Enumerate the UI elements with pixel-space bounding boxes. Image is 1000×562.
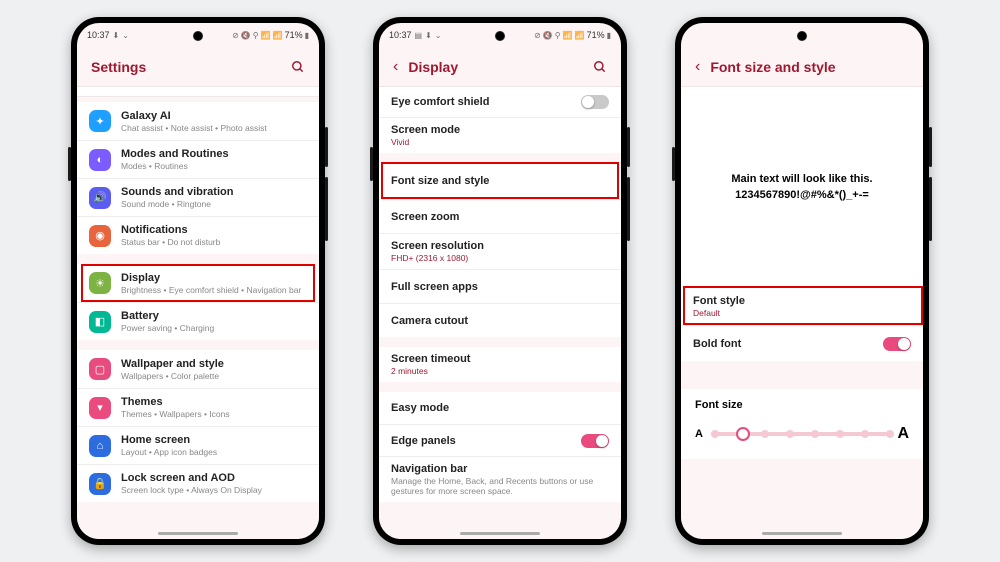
phone-frame-3: ‹ Font size and style Main text will loo… bbox=[675, 17, 929, 545]
wallpaper-icon: ▢ bbox=[89, 358, 111, 380]
battery-pct: 71% bbox=[587, 30, 605, 40]
settings-item-notifications[interactable]: ◉ NotificationsStatus bar • Do not distu… bbox=[77, 216, 319, 254]
wifi-off-icon: ⊘ bbox=[232, 31, 239, 40]
sparkle-icon: ✦ bbox=[89, 110, 111, 132]
status-time: 10:37 bbox=[87, 30, 110, 40]
notification-icon: ▤ bbox=[415, 31, 423, 40]
item-full-screen-apps[interactable]: Full screen apps bbox=[379, 269, 621, 303]
back-button[interactable]: ‹ bbox=[393, 59, 398, 75]
camera-hole bbox=[797, 31, 807, 41]
phone-frame-1: 10:37 ⬇ ⌄ ⊘ 🔇 ⚲ 📶 📶 71% ▮ Settings bbox=[71, 17, 325, 545]
header: Settings bbox=[77, 47, 319, 87]
bluetooth-icon: ⚲ bbox=[555, 31, 561, 40]
battery-pct: 71% bbox=[285, 30, 303, 40]
page-title: Font size and style bbox=[710, 59, 909, 75]
settings-item-lock[interactable]: 🔒 Lock screen and AODScreen lock type • … bbox=[77, 464, 319, 502]
routines-icon: ◐ bbox=[89, 149, 111, 171]
mute-icon: 🔇 bbox=[543, 31, 553, 40]
font-large-icon: A bbox=[897, 425, 909, 443]
battery-icon: ▮ bbox=[305, 31, 309, 40]
home-indicator[interactable] bbox=[460, 532, 540, 535]
settings-item-wallpaper[interactable]: ▢ Wallpaper and styleWallpapers • Color … bbox=[77, 350, 319, 388]
mute-icon: 🔇 bbox=[241, 31, 251, 40]
font-size-label: Font size bbox=[695, 399, 909, 411]
themes-icon: ▾ bbox=[89, 397, 111, 419]
font-preview: Main text will look like this. 123456789… bbox=[681, 87, 923, 287]
page-title: Display bbox=[408, 59, 593, 75]
signal-icon: 📶 bbox=[575, 31, 585, 40]
status-time: 10:37 bbox=[389, 30, 412, 40]
settings-item-themes[interactable]: ▾ ThemesThemes • Wallpapers • Icons bbox=[77, 388, 319, 426]
item-screen-mode[interactable]: Screen modeVivid bbox=[379, 117, 621, 153]
camera-hole bbox=[193, 31, 203, 41]
settings-item-modes[interactable]: ◐ Modes and RoutinesModes • Routines bbox=[77, 140, 319, 178]
item-navigation-bar[interactable]: Navigation barManage the Home, Back, and… bbox=[379, 456, 621, 502]
clock-icon: ⌄ bbox=[435, 31, 442, 40]
camera-hole bbox=[495, 31, 505, 41]
font-size-slider[interactable] bbox=[711, 432, 889, 436]
header: ‹ Font size and style bbox=[681, 47, 923, 87]
item-edge-panels[interactable]: Edge panels bbox=[379, 424, 621, 456]
item-font-size-style[interactable]: Font size and style bbox=[379, 163, 621, 199]
signal-icon: 📶 bbox=[273, 31, 283, 40]
phone-frame-2: 10:37 ▤ ⬇ ⌄ ⊘ 🔇 ⚲ 📶 📶 71% ▮ ‹ Display bbox=[373, 17, 627, 545]
slider-thumb[interactable] bbox=[736, 427, 750, 441]
settings-item-home[interactable]: ⌂ Home screenLayout • App icon badges bbox=[77, 426, 319, 464]
bluetooth-icon: ⚲ bbox=[253, 31, 259, 40]
item-camera-cutout[interactable]: Camera cutout bbox=[379, 303, 621, 337]
search-icon[interactable] bbox=[593, 60, 607, 74]
item-screen-resolution[interactable]: Screen resolutionFHD+ (2316 x 1080) bbox=[379, 233, 621, 269]
home-indicator[interactable] bbox=[762, 532, 842, 535]
item-font-style[interactable]: Font styleDefault bbox=[681, 287, 923, 325]
display-icon: ☀ bbox=[89, 272, 111, 294]
home-indicator[interactable] bbox=[158, 532, 238, 535]
clock-icon: ⌄ bbox=[122, 31, 129, 40]
settings-item-galaxy-ai[interactable]: ✦ Galaxy AIChat assist • Note assist • P… bbox=[77, 102, 319, 140]
notification-icon: ◉ bbox=[89, 225, 111, 247]
item-eye-comfort[interactable]: Eye comfort shield bbox=[379, 87, 621, 117]
font-small-icon: A bbox=[695, 428, 703, 440]
item-screen-timeout[interactable]: Screen timeout2 minutes bbox=[379, 347, 621, 382]
battery-icon: ▮ bbox=[607, 31, 611, 40]
settings-item-sounds[interactable]: 🔊 Sounds and vibrationSound mode • Ringt… bbox=[77, 178, 319, 216]
settings-item-display[interactable]: ☀ DisplayBrightness • Eye comfort shield… bbox=[77, 264, 319, 302]
toggle-eye-comfort[interactable] bbox=[581, 95, 609, 109]
signal-icon: 📶 bbox=[261, 31, 271, 40]
download-icon: ⬇ bbox=[113, 31, 120, 40]
download-icon: ⬇ bbox=[425, 31, 432, 40]
sound-icon: 🔊 bbox=[89, 187, 111, 209]
wifi-off-icon: ⊘ bbox=[534, 31, 541, 40]
page-title: Settings bbox=[91, 59, 291, 75]
home-icon: ⌂ bbox=[89, 435, 111, 457]
item-easy-mode[interactable]: Easy mode bbox=[379, 392, 621, 424]
settings-item-battery[interactable]: ◧ BatteryPower saving • Charging bbox=[77, 302, 319, 340]
header: ‹ Display bbox=[379, 47, 621, 87]
item-bold-font[interactable]: Bold font bbox=[681, 325, 923, 361]
signal-icon: 📶 bbox=[563, 31, 573, 40]
back-button[interactable]: ‹ bbox=[695, 59, 700, 75]
font-size-slider-area: Font size A A bbox=[681, 389, 923, 459]
item-screen-zoom[interactable]: Screen zoom bbox=[379, 199, 621, 233]
search-icon[interactable] bbox=[291, 60, 305, 74]
toggle-bold-font[interactable] bbox=[883, 337, 911, 351]
lock-icon: 🔒 bbox=[89, 473, 111, 495]
battery-icon: ◧ bbox=[89, 311, 111, 333]
toggle-edge-panels[interactable] bbox=[581, 434, 609, 448]
